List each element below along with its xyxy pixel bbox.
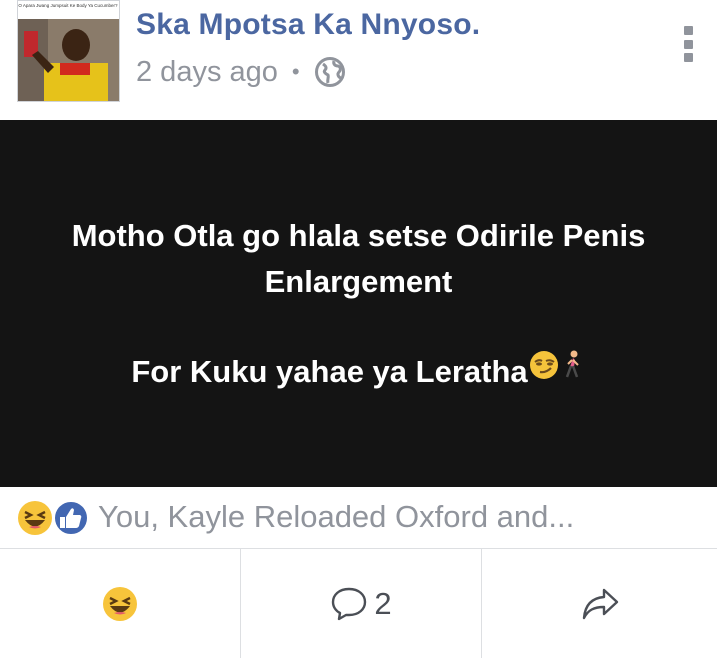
- action-bar: 2: [0, 549, 717, 658]
- avatar-caption: O Apara Jwang Jumpsuit Ke Body Ya Cucumb…: [18, 3, 118, 8]
- smirk-emoji-icon: [528, 348, 560, 394]
- avatar[interactable]: O Apara Jwang Jumpsuit Ke Body Ya Cucumb…: [17, 0, 120, 102]
- share-icon: [582, 588, 618, 619]
- post-text-line-3-text: For Kuku yahae ya Leratha: [131, 354, 528, 389]
- post-content: Motho Otla go hlala setse Odirile Penis …: [0, 120, 717, 487]
- comment-button[interactable]: 2: [241, 549, 481, 658]
- reaction-icons: [16, 499, 92, 537]
- reactions-bar[interactable]: You, Kayle Reloaded Oxford and...: [0, 487, 717, 548]
- haha-icon: [18, 501, 52, 535]
- post-text-line-2: Enlargement: [264, 264, 453, 299]
- post-header: O Apara Jwang Jumpsuit Ke Body Ya Cucumb…: [0, 0, 717, 120]
- meta-separator: •: [291, 59, 300, 84]
- post-text-line-3: For Kuku yahae ya Leratha: [0, 349, 717, 395]
- reactions-summary[interactable]: You, Kayle Reloaded Oxford and...: [98, 499, 574, 535]
- walking-person-emoji-icon: [560, 348, 586, 394]
- post-options-menu-icon[interactable]: [676, 26, 700, 62]
- post-time[interactable]: 2 days ago: [136, 56, 278, 89]
- post-meta: 2 days ago •: [136, 54, 346, 90]
- like-icon: [53, 500, 89, 536]
- share-button[interactable]: [482, 549, 717, 658]
- author-name[interactable]: Ska Mpotsa Ka Nnyoso.: [136, 8, 480, 42]
- avatar-image: O Apara Jwang Jumpsuit Ke Body Ya Cucumb…: [18, 1, 119, 101]
- globe-icon: [314, 56, 346, 88]
- comment-icon: [332, 587, 367, 620]
- haha-icon: [103, 586, 137, 621]
- react-button[interactable]: [0, 549, 240, 658]
- post-text-line-1: Motho Otla go hlala setse Odirile Penis: [71, 218, 646, 253]
- comment-count: 2: [374, 585, 392, 621]
